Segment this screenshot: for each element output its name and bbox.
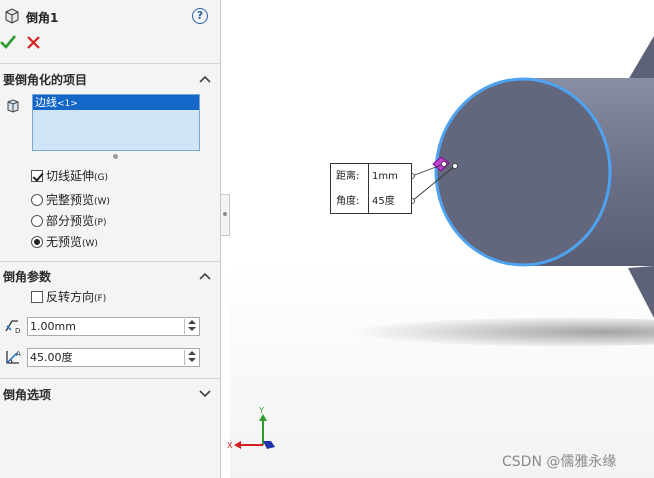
callout-distance-row[interactable]: 距离: 1mm [331,164,411,189]
callout-angle-value[interactable]: 45度 [372,189,395,214]
dimension-callout[interactable]: 距离: 1mm 角度: 45度 [330,163,412,214]
callout-distance-value[interactable]: 1mm [372,164,398,189]
watermark-text: CSDN @儒雅永缘 [502,454,617,470]
triad-y-label: Y [258,406,264,415]
triad-y-arrow [259,414,267,421]
callout-distance-label: 距离: [336,171,360,182]
triad-x-arrow [234,441,241,449]
triad-x-label: X [227,441,233,450]
ground-shadow [350,318,654,346]
axis-triad[interactable]: Y X [227,406,275,450]
triad-z-axis [263,441,275,449]
callout-angle-label: 角度: [336,196,360,207]
cylinder-end-face[interactable] [434,77,612,267]
callout-angle-row[interactable]: 角度: 45度 [331,189,411,214]
leader-handle[interactable] [452,163,458,169]
upper-fin [628,36,654,80]
model-scene: Y X [227,36,654,450]
leader-handle[interactable] [441,161,447,167]
lower-fin [628,266,654,318]
